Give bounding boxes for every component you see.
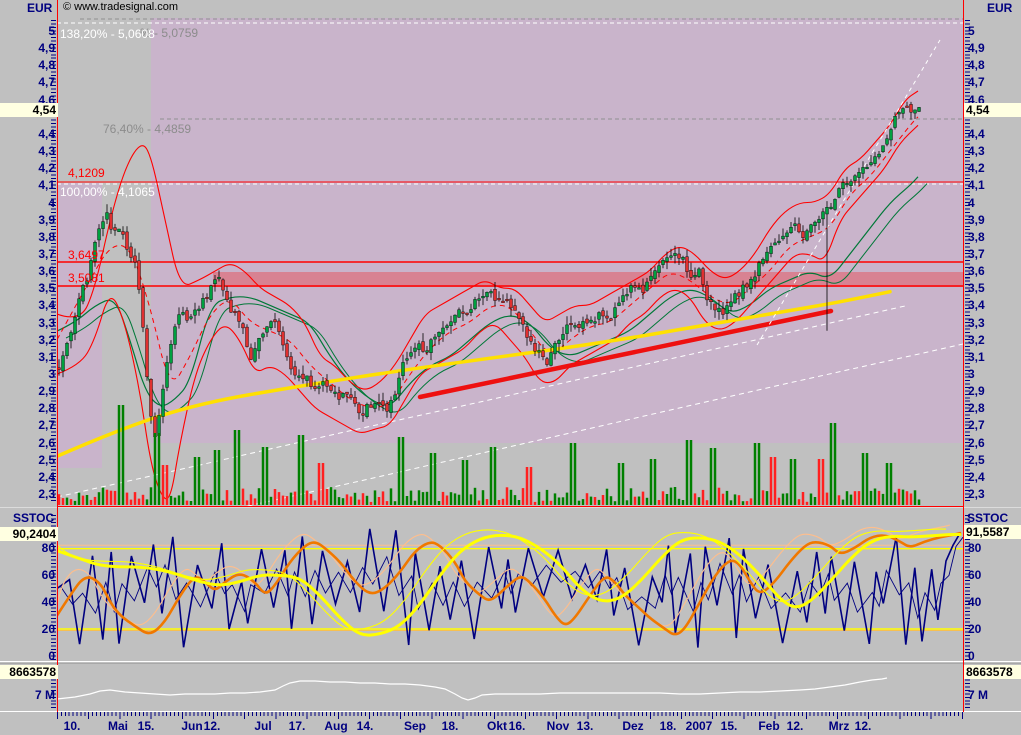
last-price-badge-right: 4,54 — [964, 103, 1021, 117]
stoch-value-badge-left: 90,2404 — [0, 527, 58, 541]
stoch-value-badge-right: 91,5587 — [964, 525, 1021, 539]
price-tick-label: 3,5 — [968, 282, 985, 295]
x-axis-date-label: 16. — [509, 719, 526, 733]
x-axis-date-label: 12. — [787, 719, 804, 733]
stoch-tick-label: 80 — [968, 542, 981, 555]
price-tick-label: 4,1 — [968, 179, 985, 192]
fib-100-label: 100,00% - 4,1065 — [60, 185, 155, 199]
x-axis-date-label: 18. — [442, 719, 459, 733]
x-axis-date-label: Dez — [622, 719, 643, 733]
price-tick-label: 4,3 — [968, 145, 985, 158]
level-3-5081-label: 3,5081 — [68, 271, 105, 285]
stochastic-chart-canvas[interactable] — [57, 508, 963, 661]
volume-tick-right: 7 M — [968, 689, 988, 702]
x-axis-date-label: Nov — [547, 719, 570, 733]
x-axis-date-label: 17. — [289, 719, 306, 733]
price-tick-label: 2,9 — [968, 385, 985, 398]
x-axis-date-label: Okt — [487, 719, 507, 733]
x-axis-date-label: Jul — [254, 719, 271, 733]
tradesignal-chart-window: EUR EUR © www.tradesignal.com % - 5,0759… — [0, 0, 1021, 735]
price-tick-label: 2,3 — [968, 488, 985, 501]
price-tick-label: 3,7 — [968, 248, 985, 261]
stoch-tick-label: 40 — [968, 596, 981, 609]
level-3-6497-label: 3,6497 — [68, 248, 105, 262]
x-axis-date-label: 15. — [138, 719, 155, 733]
panel-divider — [0, 661, 1021, 662]
price-tick-label: 3,2 — [968, 334, 985, 347]
price-tick-label: 2,4 — [968, 471, 985, 484]
x-axis-date-label: 12. — [204, 719, 221, 733]
price-tick-label: 3,9 — [968, 214, 985, 227]
level-4-1209-label: 4,1209 — [68, 166, 105, 180]
x-axis-date-label: 14. — [357, 719, 374, 733]
price-chart-canvas[interactable] — [57, 0, 963, 507]
fib-76-label: 76,40% - 4,4859 — [103, 122, 191, 136]
price-tick-label: 3,8 — [968, 231, 985, 244]
price-tick-label: 2,5 — [968, 454, 985, 467]
price-tick-label: 3,4 — [968, 299, 985, 312]
price-tick-label: 3,3 — [968, 317, 985, 330]
stoch-title-left: SSTOC — [13, 511, 54, 525]
price-panel-bottom-border — [57, 506, 963, 507]
price-tick-label: 4,2 — [968, 162, 985, 175]
copyright-text: © www.tradesignal.com — [63, 1, 178, 13]
price-tick-label: 3,6 — [968, 265, 985, 278]
x-axis-date-label: Sep — [404, 719, 426, 733]
price-tick-label: 2,7 — [968, 419, 985, 432]
x-axis-date-label: 10. — [64, 719, 81, 733]
x-axis-date-label: 18. — [660, 719, 677, 733]
last-price-badge-left: 4,54 — [0, 103, 58, 117]
volume-line-canvas[interactable] — [57, 664, 963, 711]
stoch-tick-label: 60 — [968, 569, 981, 582]
price-axis-ticks-right — [965, 20, 970, 503]
price-tick-label: 4,4 — [968, 128, 985, 141]
x-axis-date-label: Feb — [758, 719, 779, 733]
x-axis-date-label: 12. — [855, 719, 872, 733]
x-axis-date-label: 15. — [721, 719, 738, 733]
price-tick-label: 3,1 — [968, 351, 985, 364]
left-currency-label: EUR — [27, 1, 52, 15]
price-tick-label: 2,8 — [968, 402, 985, 415]
x-axis-date-label: Mai — [108, 719, 128, 733]
price-tick-label: 4,8 — [968, 59, 985, 72]
x-axis-date-label: Mrz — [829, 719, 850, 733]
stoch-title-right: SSTOC — [967, 511, 1008, 525]
volume-value-badge-left: 8663578 — [0, 665, 58, 679]
x-axis-date-label: Jun — [181, 719, 202, 733]
x-axis-date-label: Aug — [324, 719, 347, 733]
volume-value-badge-right: 8663578 — [964, 665, 1021, 679]
stoch-tick-label: 20 — [968, 623, 981, 636]
fib-extension-label: 138,20% - 5,0608 — [60, 27, 155, 41]
right-currency-label: EUR — [987, 1, 1012, 15]
price-tick-label: 4,7 — [968, 76, 985, 89]
x-axis-major-ticks — [57, 712, 963, 719]
price-axis-ticks-left — [51, 20, 56, 503]
x-axis-date-label: 2007 — [686, 719, 713, 733]
x-axis-date-label: 13. — [577, 719, 594, 733]
price-tick-label: 2,6 — [968, 437, 985, 450]
price-tick-label: 4,9 — [968, 42, 985, 55]
